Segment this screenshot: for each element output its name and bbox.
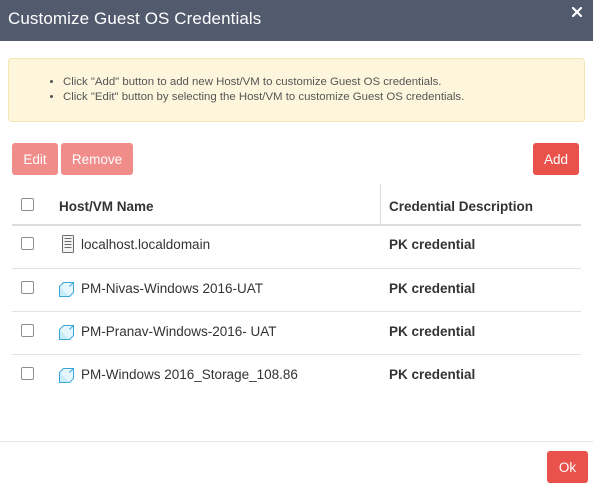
credential-description: PK credential — [389, 237, 476, 252]
row-checkbox[interactable] — [21, 281, 34, 294]
table-row[interactable]: PM-Pranav-Windows-2016- UAT PK credentia… — [12, 312, 581, 355]
row-checkbox[interactable] — [21, 237, 34, 250]
info-item: Click "Edit" button by selecting the Hos… — [63, 90, 464, 105]
add-button[interactable]: Add — [533, 143, 579, 175]
close-icon[interactable] — [569, 4, 585, 20]
column-header-name: Host/VM Name — [59, 199, 154, 214]
credential-description: PK credential — [389, 367, 476, 382]
edit-button[interactable]: Edit — [12, 143, 58, 175]
customize-credentials-dialog: Customize Guest OS Credentials Click "Ad… — [0, 0, 593, 488]
vm-name: PM-Pranav-Windows-2016- UAT — [81, 324, 277, 339]
info-box: Click "Add" button to add new Host/VM to… — [8, 58, 585, 122]
credential-description: PK credential — [389, 324, 476, 339]
column-header-credential: Credential Description — [389, 199, 534, 214]
remove-button[interactable]: Remove — [61, 143, 133, 175]
row-checkbox[interactable] — [21, 324, 34, 337]
select-all-checkbox[interactable] — [21, 198, 34, 211]
table-row[interactable]: PM-Nivas-Windows 2016-UAT PK credential — [12, 269, 581, 312]
table-row[interactable]: PM-Windows 2016_Storage_108.86 PK creden… — [12, 355, 581, 398]
host-name: localhost.localdomain — [81, 237, 211, 252]
vm-name: PM-Nivas-Windows 2016-UAT — [81, 281, 264, 296]
column-divider — [380, 184, 381, 224]
server-icon — [62, 235, 74, 253]
credential-description: PK credential — [389, 281, 476, 296]
row-checkbox[interactable] — [21, 367, 34, 380]
table-row[interactable]: localhost.localdomain PK credential — [12, 226, 581, 269]
vm-icon — [59, 325, 74, 340]
info-item: Click "Add" button to add new Host/VM to… — [63, 75, 464, 90]
dialog-title: Customize Guest OS Credentials — [8, 9, 262, 28]
dialog-titlebar: Customize Guest OS Credentials — [0, 0, 593, 41]
info-list: Click "Add" button to add new Host/VM to… — [63, 75, 464, 105]
vm-icon — [59, 282, 74, 297]
footer-divider — [0, 441, 593, 442]
vm-icon — [59, 368, 74, 383]
table-header: Host/VM Name Credential Description — [12, 184, 581, 226]
vm-name: PM-Windows 2016_Storage_108.86 — [81, 367, 298, 382]
ok-button[interactable]: Ok — [547, 451, 588, 483]
